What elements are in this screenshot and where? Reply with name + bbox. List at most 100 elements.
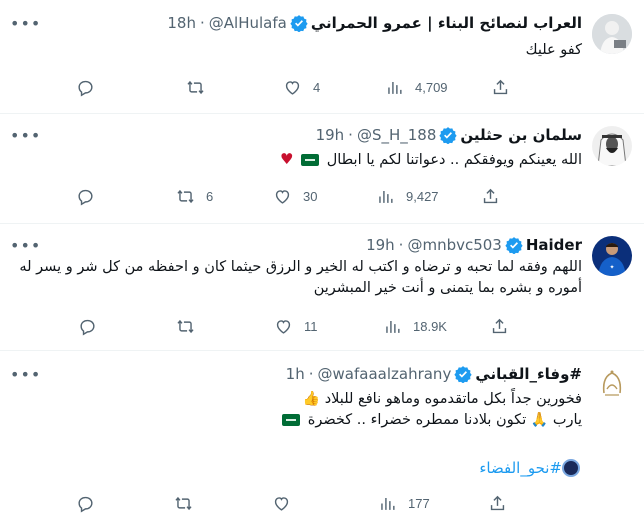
reply-button[interactable] bbox=[76, 187, 106, 206]
share-icon bbox=[483, 188, 498, 203]
hashtag-emblem-icon bbox=[562, 459, 580, 477]
retweet-icon bbox=[175, 496, 192, 510]
share-button[interactable] bbox=[491, 78, 510, 97]
share-button[interactable] bbox=[490, 317, 509, 336]
tweet-text-content: الله يعينكم ويوفقكم .. دعواتنا لكم يا اب… bbox=[326, 152, 582, 168]
like-count: 30 bbox=[303, 188, 318, 204]
views-icon bbox=[386, 320, 400, 333]
view-count: 9,427 bbox=[406, 188, 439, 204]
retweet-icon bbox=[187, 80, 204, 94]
retweet-button[interactable] bbox=[174, 494, 204, 513]
retweet-button[interactable] bbox=[186, 78, 216, 97]
tweet-line-2: يارب 🙏 تكون بلادنا ممطره خضراء .. كخضرة bbox=[14, 410, 582, 431]
views-button[interactable]: 4,709 bbox=[385, 78, 448, 97]
share-button[interactable] bbox=[481, 187, 500, 206]
more-icon[interactable]: ••• bbox=[10, 14, 41, 33]
more-icon[interactable]: ••• bbox=[10, 236, 41, 255]
tweet-text-content: اللهم وفقه لما تحبه و ترضاه و اكتب له ال… bbox=[19, 259, 582, 296]
views-icon bbox=[381, 497, 395, 510]
share-icon bbox=[493, 79, 508, 94]
reply-button[interactable] bbox=[78, 317, 108, 336]
tweet-line-2-start: يارب bbox=[552, 412, 582, 428]
reply-icon bbox=[80, 319, 95, 336]
red-heart-icon: ♥ bbox=[280, 150, 294, 168]
like-count: 4 bbox=[313, 79, 321, 95]
avatar[interactable] bbox=[592, 14, 632, 54]
tweet-header: العراب لنصائح البناء | عمرو الحمراني @Al… bbox=[12, 12, 582, 34]
thumbs-up-icon: 👍 bbox=[302, 391, 321, 407]
like-icon bbox=[274, 496, 289, 511]
separator-dot: · bbox=[398, 236, 404, 254]
hashtag-text[interactable]: #نحو_الفضاء bbox=[479, 459, 562, 477]
avatar[interactable] bbox=[592, 363, 632, 403]
handle[interactable]: @S_H_188 bbox=[357, 126, 436, 144]
retweet-button[interactable] bbox=[176, 317, 206, 336]
tweet-text-content: كفو عليك bbox=[525, 42, 582, 58]
retweet-icon bbox=[177, 319, 194, 333]
timestamp[interactable]: 19h bbox=[366, 236, 395, 254]
view-count: 4,709 bbox=[415, 79, 448, 95]
verified-badge-icon bbox=[454, 366, 472, 383]
tweet-line-2-end: تكون بلادنا ممطره خضراء .. كخضرة bbox=[307, 412, 527, 428]
reply-button[interactable] bbox=[76, 494, 106, 513]
retweet-button[interactable]: 6 bbox=[176, 187, 213, 206]
tweet-text: اللهم وفقه لما تحبه و ترضاه و اكتب له ال… bbox=[14, 257, 582, 299]
timestamp[interactable]: 19h bbox=[316, 126, 345, 144]
tweet-header: سلمان بن حثلين @S_H_188 · 19h bbox=[12, 124, 582, 146]
more-icon[interactable]: ••• bbox=[10, 365, 41, 384]
avatar[interactable]: ✦ bbox=[592, 236, 632, 276]
reply-icon bbox=[78, 80, 93, 97]
like-button[interactable] bbox=[272, 494, 302, 513]
verified-badge-icon bbox=[290, 15, 308, 32]
tweet-line-1-text: فخورين جداً بكل ماتقدموه وماهو نافع للبل… bbox=[324, 391, 582, 407]
views-button[interactable]: 18.9K bbox=[383, 317, 447, 336]
share-button[interactable] bbox=[488, 494, 507, 513]
separator-dot: · bbox=[308, 365, 314, 383]
avatar-image bbox=[592, 14, 632, 54]
like-button[interactable]: 4 bbox=[283, 78, 320, 97]
view-count: 18.9K bbox=[413, 318, 447, 334]
handle[interactable]: @AlHulafa bbox=[209, 14, 287, 32]
saudi-flag-icon bbox=[282, 414, 301, 426]
like-button[interactable]: 30 bbox=[273, 187, 317, 206]
handle[interactable]: @wafaaalzahrany bbox=[318, 365, 452, 383]
more-icon[interactable]: ••• bbox=[10, 126, 41, 145]
tweet-actions: 177 bbox=[76, 492, 616, 514]
share-icon bbox=[492, 318, 507, 333]
saudi-flag-icon bbox=[301, 154, 320, 166]
retweet-count: 6 bbox=[206, 188, 214, 204]
handle[interactable]: @mnbvc503 bbox=[407, 236, 501, 254]
tweet-actions: 11 18.9K bbox=[76, 315, 616, 337]
avatar[interactable] bbox=[592, 126, 632, 166]
display-name[interactable]: سلمان بن حثلين bbox=[460, 126, 582, 144]
display-name[interactable]: Haider bbox=[526, 236, 582, 254]
tweet-text: كفو عليك bbox=[14, 40, 582, 61]
timestamp[interactable]: 18h bbox=[167, 14, 196, 32]
views-icon bbox=[388, 81, 402, 94]
tweet-4[interactable]: وفاء_القباني# @wafaaalzahrany · 1h ••• ف… bbox=[0, 351, 644, 529]
reply-icon bbox=[78, 189, 93, 206]
tweet-actions: 4 4,709 bbox=[76, 76, 616, 98]
like-icon bbox=[275, 189, 290, 204]
reply-button[interactable] bbox=[76, 78, 106, 97]
tweet-text: الله يعينكم ويوفقكم .. دعواتنا لكم يا اب… bbox=[14, 149, 582, 171]
tweet-1[interactable]: العراب لنصائح البناء | عمرو الحمراني @Al… bbox=[0, 0, 644, 114]
like-button[interactable]: 11 bbox=[274, 317, 318, 336]
avatar-image: ✦ bbox=[592, 236, 632, 276]
views-button[interactable]: 177 bbox=[378, 494, 430, 513]
like-icon bbox=[285, 80, 300, 95]
timestamp[interactable]: 1h bbox=[286, 365, 305, 383]
tweet-3[interactable]: ✦ Haider @mnbvc503 · 19h ••• اللهم وفقه … bbox=[0, 224, 644, 351]
tweet-2[interactable]: سلمان بن حثلين @S_H_188 · 19h ••• الله ي… bbox=[0, 114, 644, 224]
display-name[interactable]: وفاء_القباني# bbox=[475, 365, 582, 383]
tweet-actions: 6 30 9,427 bbox=[76, 185, 616, 207]
views-button[interactable]: 9,427 bbox=[376, 187, 439, 206]
display-name[interactable]: العراب لنصائح البناء | عمرو الحمراني bbox=[311, 14, 582, 32]
share-icon bbox=[490, 495, 505, 510]
avatar-image bbox=[592, 363, 632, 403]
like-count: 11 bbox=[304, 318, 318, 334]
hashtag-link[interactable]: #نحو_الفضاء bbox=[479, 455, 582, 481]
views-icon bbox=[379, 190, 393, 203]
separator-dot: · bbox=[199, 14, 205, 32]
reply-icon bbox=[78, 496, 93, 513]
